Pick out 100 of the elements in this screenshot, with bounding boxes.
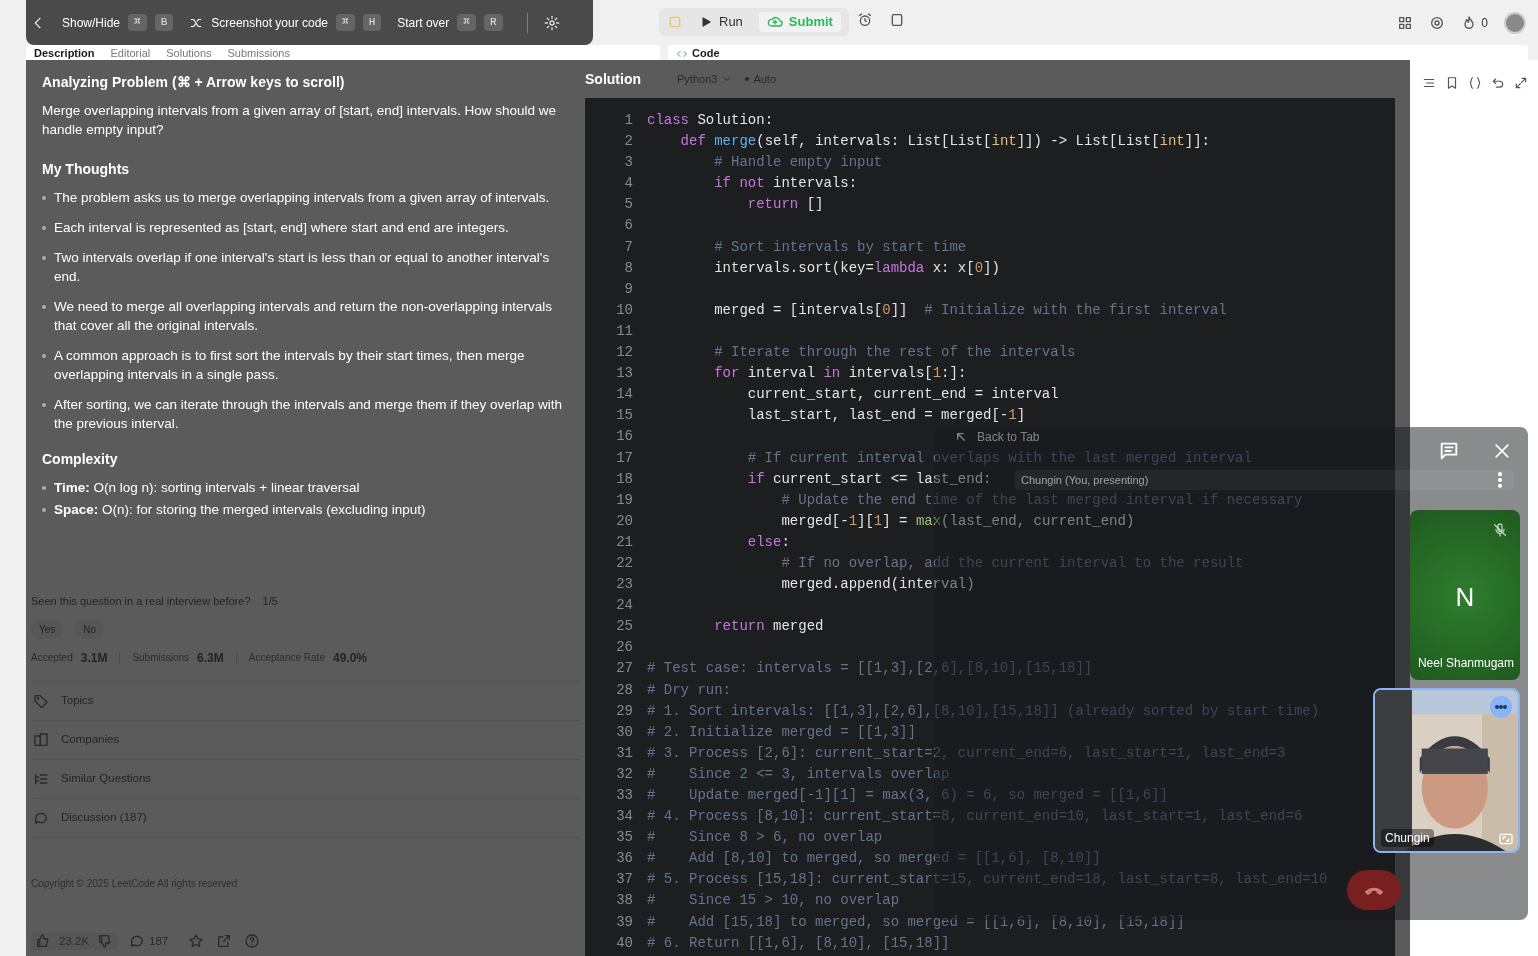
line-number: 12	[616, 343, 633, 363]
phone-icon	[1362, 885, 1386, 895]
line-number: 6	[624, 216, 633, 236]
back-to-tab-button[interactable]: Back to Tab	[953, 429, 1040, 445]
line-number: 36	[616, 849, 633, 869]
code-text: 1	[932, 364, 942, 384]
problem-tab[interactable]: Solutions	[166, 47, 212, 60]
tag-icon	[33, 692, 49, 709]
line-number: 13	[616, 364, 633, 384]
thought-text: Two intervals overlap if one interval's start is less than or equal to another interval's end.	[54, 249, 551, 286]
bullet	[42, 226, 46, 230]
code-tab[interactable]: Code	[676, 47, 720, 60]
code-text: ] =	[882, 511, 909, 531]
code-text: ]]:	[1184, 132, 1210, 152]
code-text: x: x[	[931, 258, 975, 278]
shortcut-key: ⌘	[128, 14, 147, 31]
code-text: # Since 15 > 10, no overlap	[647, 891, 900, 911]
code-text: (self, intervals: List[List[	[756, 132, 992, 152]
code-text: class	[647, 111, 689, 130]
stat-value: 49.0%	[332, 649, 367, 667]
code-text: # Add [15,18] to merged, so merged = [[1,6], [8,10], [15,18]]	[647, 912, 1185, 932]
bullet	[42, 354, 46, 358]
code-text: # Since 8 > 6, no overlap	[647, 828, 883, 848]
alarm-clock-icon[interactable]	[856, 12, 873, 28]
building-icon	[33, 731, 49, 748]
grid-icon[interactable]	[1397, 15, 1414, 31]
shortcut-key: H	[362, 14, 382, 31]
bullet	[42, 508, 46, 512]
toolbar-action[interactable]: Show/Hide ⌘ B	[62, 13, 174, 32]
line-number: 21	[616, 532, 633, 552]
thumbs-up-icon[interactable]	[35, 933, 51, 950]
code-text: 1	[1008, 406, 1017, 426]
participant-tile[interactable]: N Neel Shanmugam	[1410, 510, 1520, 680]
toolbar-action[interactable]: Start over ⌘ R	[397, 13, 503, 32]
align-icon[interactable]	[1422, 76, 1436, 90]
section-heading: My Thoughts	[42, 160, 131, 179]
participant-tile[interactable]: Chungin	[1373, 688, 1520, 853]
code-text: intervals[	[847, 364, 933, 384]
streak-counter[interactable]: 0	[1461, 14, 1488, 32]
thought-text: We need to merge all overlapping intervals and return the non-overlapping intervals that cover all the original intervals.	[54, 298, 554, 335]
line-number: 19	[616, 490, 633, 510]
code-text: for	[713, 364, 740, 384]
line-number: 1	[624, 111, 633, 130]
line-number: 26	[616, 638, 633, 658]
line-number: 23	[616, 575, 633, 595]
line-number: 18	[616, 469, 633, 489]
line-number: 7	[624, 237, 633, 257]
line-number: 5	[624, 195, 633, 215]
line-number: 8	[624, 258, 633, 278]
line-number: 22	[616, 553, 633, 573]
line-number: 28	[616, 680, 633, 700]
run-button[interactable]: Run	[687, 12, 755, 32]
problem-tab[interactable]: Submissions	[227, 47, 290, 60]
code-text: in	[822, 364, 841, 384]
code-text: # 2. Initialize merged = [[1,3]]	[647, 722, 916, 742]
shortcut-key: B	[154, 14, 174, 31]
code-text: int	[1159, 132, 1185, 152]
avatar[interactable]	[1504, 12, 1526, 34]
problem-tab[interactable]: Editorial	[110, 47, 151, 60]
line-number: 3	[624, 153, 633, 173]
line-number: 37	[616, 870, 633, 890]
bullet	[42, 403, 46, 407]
thought-text: Each interval is represented as [start, end] where start and end are integers.	[54, 219, 509, 237]
toolbar-action[interactable]: Screenshot your code ⌘ H	[189, 13, 382, 32]
bookmark-icon[interactable]	[1445, 76, 1459, 90]
cloud-upload-icon	[766, 14, 783, 30]
line-number: 2	[624, 132, 633, 152]
code-text: # Handle empty input	[713, 153, 883, 173]
play-icon	[699, 15, 713, 29]
chat-icon[interactable]	[1438, 440, 1460, 462]
code-text: # Dry run:	[647, 680, 731, 700]
line-number: 38	[616, 891, 633, 911]
line-number: 16	[616, 427, 633, 447]
code-text: last_start, last_end = merged[-	[746, 406, 1009, 426]
braces-icon[interactable]	[1468, 76, 1482, 90]
close-icon[interactable]	[1492, 441, 1512, 461]
line-number: 4	[624, 174, 633, 194]
section-heading: Complexity	[42, 450, 119, 469]
line-number: 32	[616, 764, 633, 784]
code-text: merged	[772, 617, 824, 637]
code-text: 1	[873, 511, 883, 531]
code-text: # Iterate through the rest of the intervals	[713, 343, 1076, 363]
thought-text: The problem asks us to merge overlapping intervals from a given array of intervals.	[54, 189, 550, 207]
complexity-text: Time: O(n log n): sorting intervals + linear traversal	[54, 479, 360, 497]
star-icon[interactable]	[188, 933, 205, 950]
code-text: lambda	[873, 258, 925, 278]
shortcut-key: R	[483, 14, 503, 31]
problem-tab[interactable]: Description	[34, 47, 95, 60]
code-text: # Since 2 <= 3, intervals overlap	[647, 764, 950, 784]
code-text: []	[805, 195, 824, 215]
code-text: merged[-	[780, 511, 849, 531]
code-text: 0	[974, 258, 984, 278]
thought-text: After sorting, we can iterate through the intervals and merge them if they overlap with the previous interval.	[54, 396, 563, 433]
thought-text: A common approach is to first sort the intervals by their start times, then merge overlapping intervals in a single pass.	[54, 347, 526, 384]
code-text: merge	[713, 132, 757, 152]
line-number: 39	[616, 912, 633, 932]
code-text: int	[991, 132, 1017, 152]
expand-icon[interactable]	[1514, 76, 1528, 90]
undo-icon[interactable]	[1491, 76, 1505, 90]
code-text: # Initialize with the first interval	[923, 300, 1227, 320]
